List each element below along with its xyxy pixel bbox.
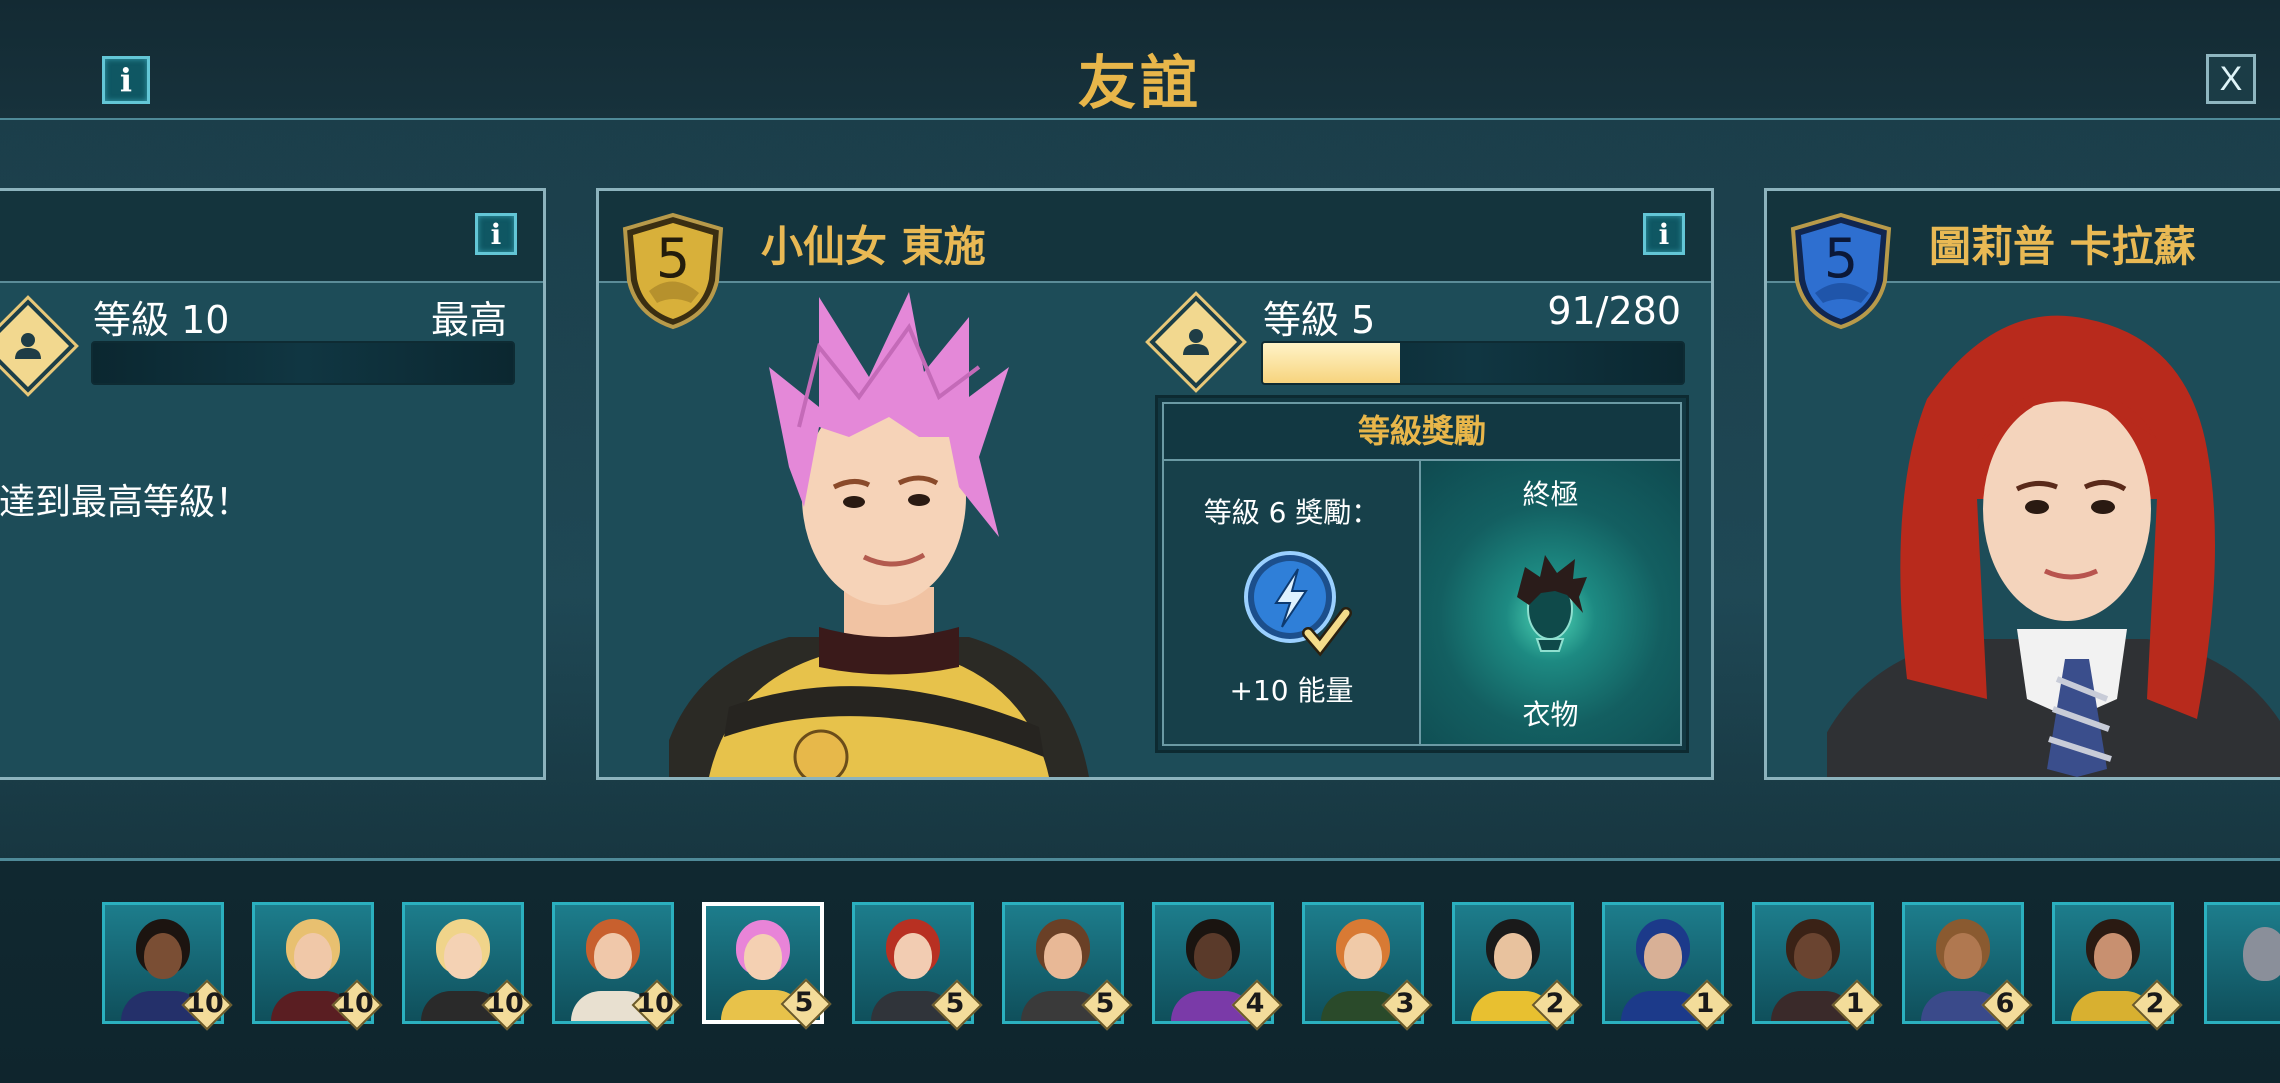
hair-clothing-icon [1495, 547, 1605, 657]
friendship-level-badge: 10 [181, 979, 233, 1031]
character-portrait [1827, 299, 2280, 777]
level-label: 等級 10 [93, 298, 230, 342]
close-icon: X [2219, 59, 2243, 98]
friend-name: 圖莉普 卡拉蘇 [1929, 222, 2196, 271]
xp-progress-text: 91/280 [1547, 289, 1681, 333]
friendship-level-number: 10 [336, 987, 374, 1019]
house-rank-number: 5 [655, 227, 691, 290]
friendship-level-badge: 4 [1231, 979, 1283, 1031]
friend-thumbnail[interactable]: 10 [102, 902, 233, 1031]
friend-card-previous[interactable]: i 等級 10 最高 達到最高等級！ [0, 188, 546, 780]
next-reward-label: 等級 6 獎勵： [1203, 496, 1380, 529]
person-icon [1167, 313, 1225, 371]
info-icon: i [1658, 217, 1670, 251]
close-button[interactable]: X [2206, 54, 2256, 104]
friendship-level-badge: 5 [931, 979, 983, 1031]
avatar [1794, 933, 1832, 979]
page-title: 友誼 [1077, 49, 1202, 117]
level-status: 最高 [430, 298, 507, 342]
character-portrait [669, 287, 1089, 777]
ultimate-reward[interactable]: 終極 衣物 [1421, 461, 1680, 744]
friend-thumbnail[interactable]: 10 [402, 902, 533, 1031]
avatar [894, 933, 932, 979]
card-header [0, 191, 543, 283]
avatar [2094, 933, 2132, 979]
card-info-button[interactable]: i [475, 213, 517, 255]
level-rewards-panel: 等級獎勵 等級 6 獎勵： +10 能量 終極 衣物 [1155, 395, 1689, 753]
friendship-level-number: 2 [1545, 987, 1565, 1019]
friendship-diamond [1149, 295, 1243, 389]
friendship-level-number: 4 [1245, 987, 1265, 1019]
energy-icon [1244, 551, 1352, 657]
friendship-level-badge: 2 [2131, 979, 2183, 1031]
friendship-level-number: 10 [636, 987, 674, 1019]
avatar [1344, 933, 1382, 979]
friend-card-next[interactable]: 圖莉普 卡拉蘇 5 [1764, 188, 2280, 780]
avatar [594, 933, 632, 979]
friend-thumbnail[interactable]: 10 [252, 902, 383, 1031]
avatar [1044, 933, 1082, 979]
friend-thumbnail[interactable]: 5 [852, 902, 983, 1031]
avatar [144, 933, 182, 979]
friend-thumbnail[interactable]: 2 [1452, 902, 1583, 1031]
friendship-level-number: 2 [2145, 987, 2165, 1019]
friendship-level-badge: 5 [780, 978, 832, 1030]
info-icon: i [490, 217, 502, 251]
clothing-label: 衣物 [1522, 698, 1579, 731]
house-rank-shield: 5 [1787, 211, 1895, 331]
friend-thumbnail[interactable]: 4 [1152, 902, 1283, 1031]
friend-thumbnail-partial[interactable] [2204, 902, 2280, 1024]
friend-thumbnail[interactable]: 5 [702, 902, 832, 1030]
friendship-level-number: 1 [1695, 987, 1715, 1019]
friendship-level-number: 5 [945, 987, 965, 1019]
friendship-level-number: 3 [1395, 987, 1415, 1019]
ultimate-label: 終極 [1522, 478, 1579, 511]
rewards-frame: 等級獎勵 等級 6 獎勵： +10 能量 終極 衣物 [1162, 402, 1682, 746]
progress-fill [1263, 343, 1400, 383]
avatar [1644, 933, 1682, 979]
house-rank-number: 5 [1823, 227, 1859, 290]
friend-thumbnail[interactable]: 5 [1002, 902, 1133, 1031]
friendship-level-badge: 5 [1081, 979, 1133, 1031]
card-info-button[interactable]: i [1643, 213, 1685, 255]
avatar [294, 933, 332, 979]
person-icon [0, 317, 57, 375]
friend-thumbnail[interactable]: 1 [1752, 902, 1883, 1031]
next-level-reward[interactable]: 等級 6 獎勵： +10 能量 [1164, 461, 1421, 744]
max-level-message: 達到最高等級！ [0, 482, 252, 523]
avatar [1194, 933, 1232, 979]
friendship-level-badge: 6 [1981, 979, 2033, 1031]
friendship-level-number: 5 [794, 986, 814, 1018]
reward-amount: +10 能量 [1229, 674, 1354, 707]
avatar [1494, 933, 1532, 979]
friendship-level-number: 5 [1095, 987, 1115, 1019]
avatar [2243, 927, 2280, 981]
friend-thumbnail[interactable]: 10 [552, 902, 683, 1031]
friendship-level-number: 10 [486, 987, 524, 1019]
friendship-level-number: 1 [1845, 987, 1865, 1019]
avatar [744, 934, 782, 980]
friendship-diamond [0, 299, 75, 393]
avatar [1944, 933, 1982, 979]
friend-name: 小仙女 東施 [761, 222, 986, 271]
rewards-heading: 等級獎勵 [1164, 404, 1680, 461]
level-label: 等級 5 [1263, 298, 1376, 342]
friendship-level-badge: 1 [1831, 979, 1883, 1031]
friend-thumbnail[interactable]: 2 [2052, 902, 2183, 1031]
friendship-progress-bar [91, 341, 515, 385]
avatar [444, 933, 482, 979]
friendship-level-badge: 10 [481, 979, 533, 1031]
friendship-level-badge: 2 [1531, 979, 1583, 1031]
friend-thumbnail[interactable]: 3 [1302, 902, 1433, 1031]
friendship-level-badge: 1 [1681, 979, 1733, 1031]
friendship-level-badge: 10 [331, 979, 383, 1031]
house-rank-shield: 5 [619, 211, 727, 331]
friend-thumbnail[interactable]: 1 [1602, 902, 1733, 1031]
friendship-level-badge: 10 [631, 979, 683, 1031]
friendship-level-badge: 3 [1381, 979, 1433, 1031]
friendship-level-number: 6 [1995, 987, 2015, 1019]
friendship-progress-bar [1261, 341, 1685, 385]
friend-thumbnail[interactable]: 6 [1902, 902, 2033, 1031]
friendship-level-number: 10 [186, 987, 224, 1019]
